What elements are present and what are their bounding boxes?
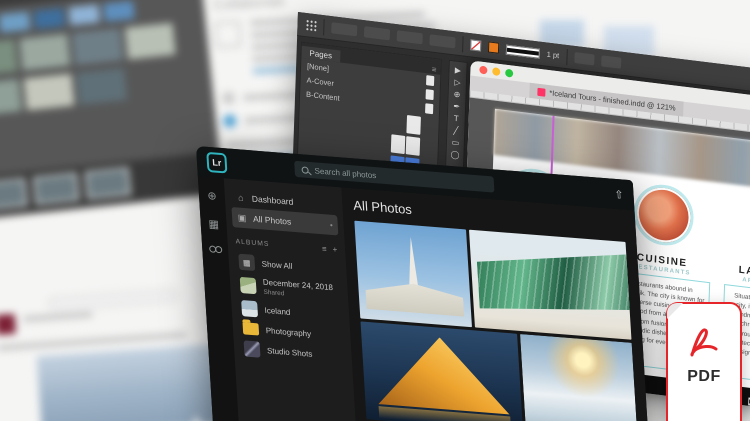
stroke-style-dropdown[interactable] [505,44,540,59]
background-dark-app-panel [0,0,224,220]
circle-photo-food[interactable] [632,181,695,249]
fill-none-swatch[interactable] [470,39,482,52]
zoom-button[interactable] [505,68,514,78]
adobe-pdf-icon [690,328,718,357]
lightroom-window: Lr ⇧ ⊕ ▦ ⌂ Dashboard ▣ All Photos [196,146,652,421]
add-photos-icon[interactable]: ⊕ [207,189,217,203]
grid-icon: ▦ [238,253,256,272]
folder-icon [242,322,260,336]
avatar [221,91,236,105]
card-icon [214,20,242,49]
share-icon[interactable]: ⇧ [614,187,624,201]
photo-grid [354,220,643,421]
spread-thumbnail[interactable] [406,115,421,135]
toolbar-field[interactable] [600,55,621,69]
photos-icon: ▣ [237,211,247,223]
folded-corner [667,303,683,319]
type-tool[interactable]: T [454,114,459,124]
toolbar-field[interactable] [573,51,595,66]
swatch [33,8,66,30]
avatar [222,114,237,128]
pdf-badge: PDF [666,302,742,421]
indesign-file-icon [537,87,546,97]
direct-selection-tool[interactable]: ▷ [454,78,460,88]
thumbnail [76,68,128,105]
marketing-composite: Collaborate 1 pt Pages ≡ [None] A-Cover … [0,0,750,421]
thumbnail [0,79,22,116]
y-position-field[interactable] [363,26,391,41]
search-icon [301,165,309,174]
minimize-button[interactable] [492,66,501,76]
add-album-icon[interactable]: + [332,245,337,254]
pen-tool[interactable]: ✒ [453,102,460,112]
master-page-icon [425,103,434,115]
thumbnail [23,73,75,111]
sort-albums-icon[interactable]: ≡ [322,244,327,253]
master-page-icon [426,75,435,87]
album-thumbnail [239,276,257,295]
stroke-color-swatch[interactable] [487,41,500,54]
status-dot: • [329,220,334,230]
reference-point-icon[interactable] [305,18,317,32]
thumbnail [32,172,80,205]
pdf-label: PDF [687,368,721,385]
search-input[interactable] [314,165,465,187]
album-shared-label: Shared [263,288,285,298]
frame-tool[interactable]: ▭ [452,138,460,148]
swatch [103,0,135,22]
lightroom-sidebar: ⌂ Dashboard ▣ All Photos • ALBUMS ≡ + ▦ [223,178,359,421]
photo-green-glass-building[interactable] [468,229,632,340]
stroke-weight-value[interactable]: 1 pt [547,50,560,61]
lightroom-logo: Lr [206,151,228,174]
thumbnail [84,167,132,200]
thumbnail [19,33,71,71]
background-search-pill [47,288,179,312]
spread-thumbnail[interactable] [390,134,421,156]
selection-tool[interactable]: ▶ [455,66,461,76]
swatch [68,4,101,26]
albums-label: ALBUMS [235,238,270,249]
x-position-field[interactable] [331,22,358,37]
height-field[interactable] [429,34,456,49]
swatch [0,11,31,33]
page-tool[interactable]: ⊕ [454,90,461,100]
photo-snowy-sunset[interactable] [520,334,638,421]
my-photos-icon[interactable]: ▦ [208,217,219,231]
close-button[interactable] [479,65,488,75]
thumbnail [0,177,28,211]
stock-logo [0,313,17,336]
photo-church[interactable] [354,220,472,328]
album-thumbnail [243,340,261,358]
thumbnail [72,28,124,66]
panel-menu-icon[interactable]: ≡ [432,65,441,75]
thumbnail [0,39,18,77]
photo-golden-pyramid[interactable] [360,321,524,421]
thumbnail [124,22,176,60]
background-mountain-photo [36,343,227,421]
line-tool[interactable]: ╱ [453,126,458,136]
lightroom-main: All Photos [341,187,652,421]
home-icon: ⌂ [237,192,244,203]
width-field[interactable] [396,30,423,45]
ellipse-tool[interactable]: ◯ [450,150,459,160]
album-thumbnail [241,300,259,318]
master-page-icon [425,89,434,101]
sharing-icon[interactable] [208,245,223,256]
